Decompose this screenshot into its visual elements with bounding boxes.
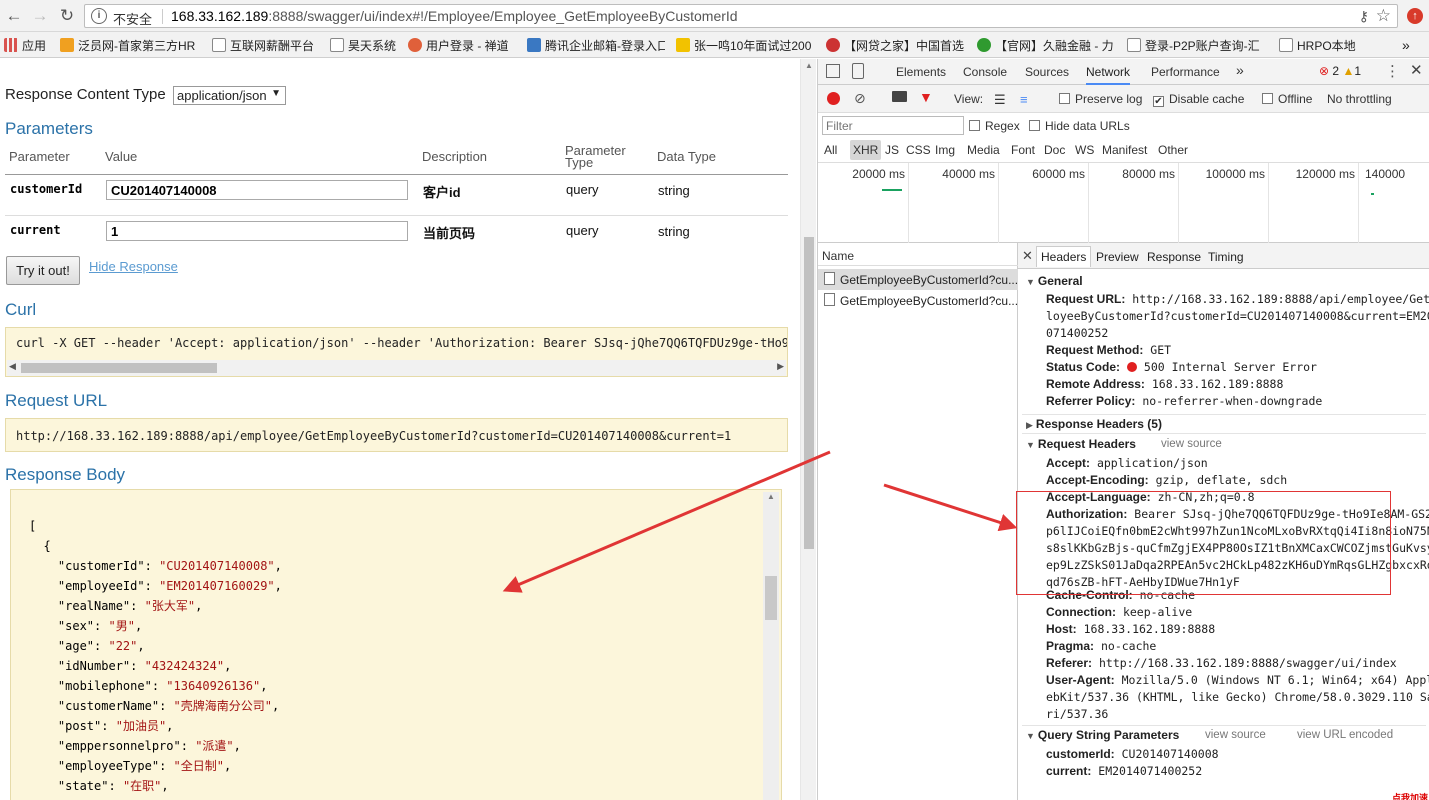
annotation-arrows	[502, 450, 1018, 593]
annotation-arrow-right	[883, 483, 1018, 532]
annotation-arrow-left	[502, 450, 831, 593]
